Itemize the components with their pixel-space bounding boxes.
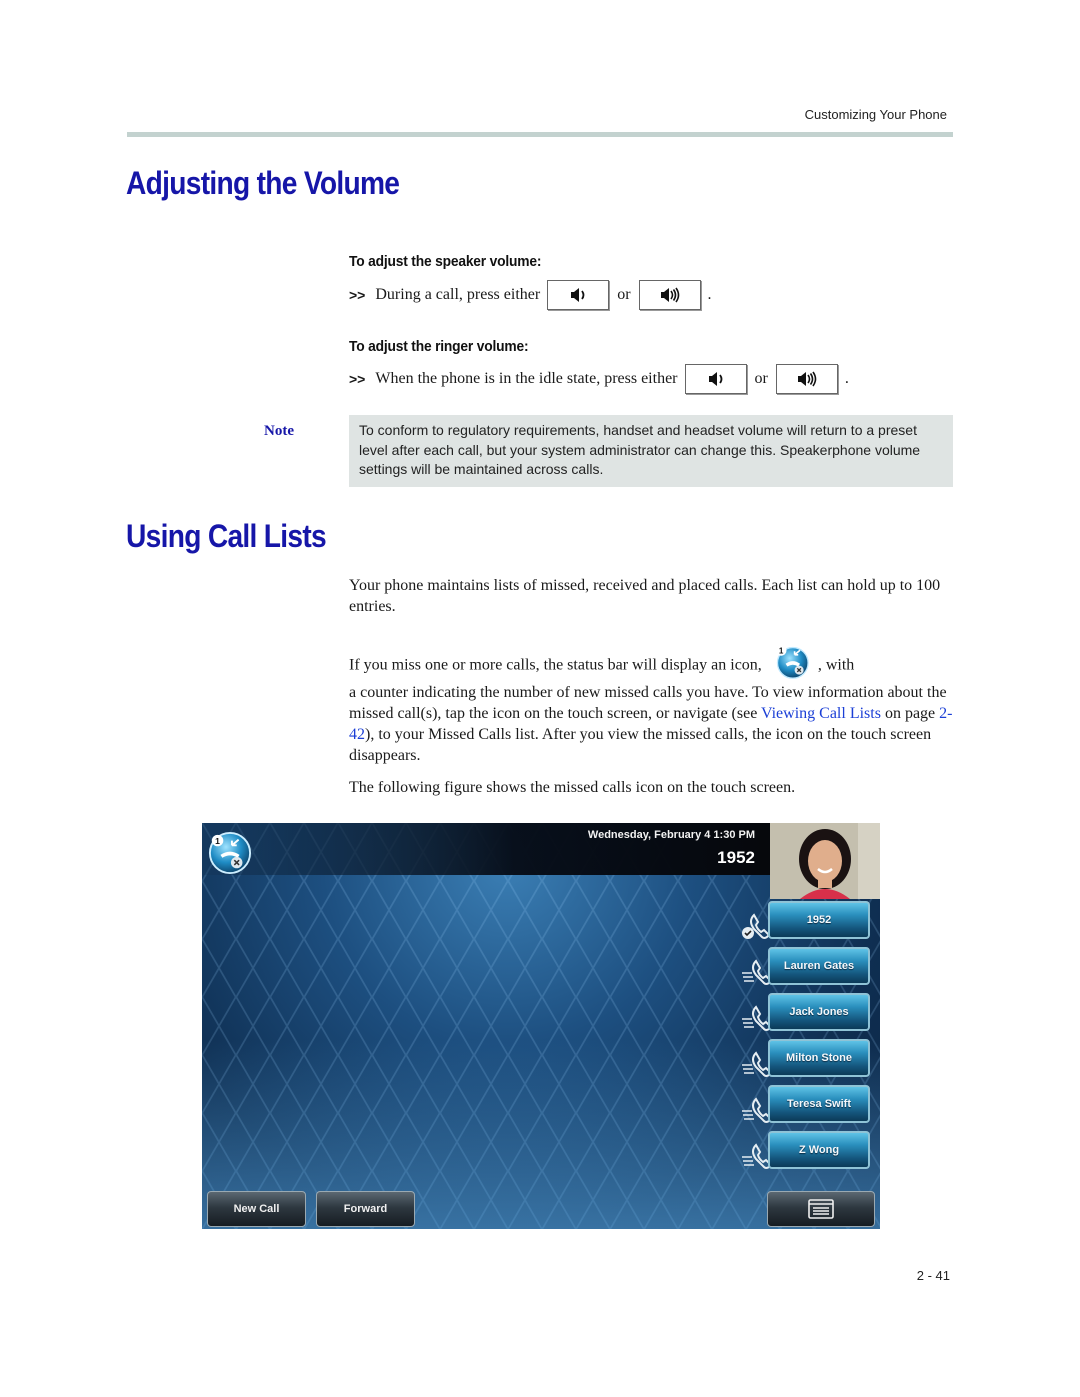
step-bullet: >> [349,287,366,303]
step-text: During a call, press either [375,286,541,303]
extension-display: 1952 [717,848,755,867]
svg-text:1: 1 [779,646,784,655]
user-photo [770,823,880,899]
line-key-row[interactable]: Jack Jones [740,993,874,1039]
line-key-lauren-gates[interactable]: Lauren Gates [768,947,870,985]
volume-up-icon [797,371,817,387]
paragraph-figure-intro: The following figure shows the missed ca… [349,779,796,796]
step-connector: or [617,286,631,303]
line-key-row[interactable]: Z Wong [740,1131,874,1177]
missed-call-status-icon[interactable]: 1 [208,831,252,875]
volume-down-key [684,364,747,394]
volume-up-key [638,280,701,310]
paragraph-text: If you miss one or more calls, the statu… [349,656,762,674]
step-connector: or [754,370,768,387]
line-key-milton-stone[interactable]: Milton Stone [768,1039,870,1077]
procedure-heading-speaker: To adjust the speaker volume: [349,253,542,270]
step-end: . [844,370,849,387]
header-rule [127,132,953,137]
date-time-display: Wednesday, February 4 1:30 PM [587,829,755,841]
line-keys: 1952 Lauren Gates Jack Jones Milton Ston… [740,901,874,1177]
forward-softkey[interactable]: Forward [316,1191,415,1227]
line-key-row[interactable]: Lauren Gates [740,947,874,993]
procedure-step-speaker: >> During a call, press either or . [349,280,712,310]
new-call-softkey[interactable]: New Call [207,1191,306,1227]
note-box: To conform to regulatory requirements, h… [349,415,953,487]
svg-text:1: 1 [215,836,220,846]
section-title-adjusting-volume: Adjusting the Volume [126,165,400,201]
running-header: Customizing Your Phone [804,107,947,122]
paragraph-text: , with [817,656,855,674]
line-key-1952[interactable]: 1952 [768,901,870,939]
paragraph-text: on page [880,705,940,722]
line-key-row[interactable]: Teresa Swift [740,1085,874,1131]
volume-down-icon [708,372,722,386]
paragraph-call-lists-intro: Your phone maintains lists of missed, re… [349,577,941,615]
procedure-heading-ringer: To adjust the ringer volume: [349,338,529,355]
missed-call-icon: 1 [768,644,814,680]
menu-softkey[interactable] [767,1191,875,1227]
line-key-row[interactable]: Milton Stone [740,1039,874,1085]
line-key-teresa-swift[interactable]: Teresa Swift [768,1085,870,1123]
page-number: 2 - 41 [916,1268,950,1283]
paragraph-text: ), to your Missed Calls list. After you … [349,726,932,764]
section-title-call-lists: Using Call Lists [126,518,327,554]
menu-icon [808,1199,834,1219]
procedure-step-ringer: >> When the phone is in the idle state, … [349,364,849,394]
step-end: . [707,286,712,303]
volume-down-icon [571,288,585,302]
volume-up-key [775,364,838,394]
link-viewing-call-lists[interactable]: Viewing Call Lists [761,705,881,722]
paragraph-missed-counter: a counter indicating the number of new m… [349,682,953,766]
line-key-row[interactable]: 1952 [740,901,874,947]
volume-down-key [547,280,610,310]
step-bullet: >> [349,371,366,387]
line-key-z-wong[interactable]: Z Wong [768,1131,870,1169]
note-label: Note [264,423,294,439]
step-text: When the phone is in the idle state, pre… [375,370,678,387]
line-key-jack-jones[interactable]: Jack Jones [768,993,870,1031]
phone-touch-screen-figure: 1 Wednesday, February 4 1:30 PM 1952 195… [202,823,880,1229]
paragraph-missed-icon: If you miss one or more calls, the statu… [349,644,953,684]
volume-up-icon [660,287,679,303]
